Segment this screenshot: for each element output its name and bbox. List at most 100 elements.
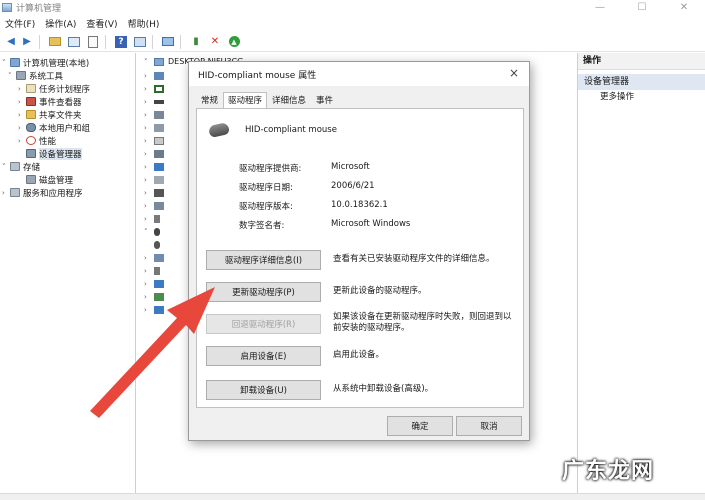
menu-help[interactable]: 帮助(H) xyxy=(123,17,165,30)
expand-arrow-icon[interactable]: ˅ xyxy=(2,59,10,67)
expand-arrow-icon[interactable]: ˅ xyxy=(8,72,16,80)
collapsed-arrow-icon[interactable]: › xyxy=(144,202,154,210)
collapsed-arrow-icon[interactable]: › xyxy=(144,98,154,106)
expand-arrow-icon[interactable]: ˅ xyxy=(2,163,10,171)
tree-item-event-viewer[interactable]: › 事件查看器 xyxy=(18,95,82,108)
close-window-button[interactable]: ✕ xyxy=(663,0,705,15)
disk-icon xyxy=(26,175,36,184)
uninstall-icon[interactable]: ✕ xyxy=(207,34,223,50)
toolbar-separator xyxy=(105,34,106,49)
collapsed-arrow-icon[interactable]: › xyxy=(144,293,154,301)
device-icon xyxy=(154,149,164,158)
device-icon xyxy=(154,162,164,171)
collapsed-arrow-icon[interactable]: › xyxy=(18,111,26,119)
minimize-button[interactable]: — xyxy=(579,0,621,15)
collapsed-arrow-icon[interactable]: › xyxy=(144,267,154,275)
actions-section-device-manager[interactable]: 设备管理器 xyxy=(578,74,705,90)
add-driver-icon[interactable]: ▮ xyxy=(188,34,204,50)
back-icon[interactable]: ◀ xyxy=(3,34,19,50)
tab-events[interactable]: 事件 xyxy=(311,92,338,109)
expand-arrow-icon[interactable]: ˅ xyxy=(144,58,154,66)
tree-item-disk-management[interactable]: 磁盘管理 xyxy=(18,173,73,186)
dialog-close-icon[interactable]: × xyxy=(509,66,519,80)
enable-device-icon[interactable]: ▲ xyxy=(226,34,242,50)
device-category[interactable]: › xyxy=(144,199,164,212)
tree-item-services-apps[interactable]: › 服务和应用程序 xyxy=(2,186,83,199)
tree-item-task-scheduler[interactable]: › 任务计划程序 xyxy=(18,82,90,95)
collapsed-arrow-icon[interactable]: › xyxy=(144,72,154,80)
maximize-button[interactable]: ☐ xyxy=(621,0,663,15)
device-category[interactable]: › xyxy=(144,69,164,82)
device-item[interactable] xyxy=(154,238,160,251)
properties-icon[interactable] xyxy=(85,34,101,50)
enable-device-button[interactable]: 启用设备(E) xyxy=(206,346,321,366)
show-hide-tree-icon[interactable] xyxy=(66,34,82,50)
device-category[interactable]: › xyxy=(144,147,164,160)
device-category[interactable]: › xyxy=(144,134,164,147)
device-category[interactable]: › xyxy=(144,303,164,316)
collapsed-arrow-icon[interactable]: › xyxy=(144,189,154,197)
menu-action[interactable]: 操作(A) xyxy=(40,17,81,30)
tab-driver[interactable]: 驱动程序 xyxy=(223,92,268,109)
collapsed-arrow-icon[interactable]: › xyxy=(2,189,10,197)
collapsed-arrow-icon[interactable]: › xyxy=(18,137,26,145)
collapsed-arrow-icon[interactable]: › xyxy=(18,85,26,93)
device-category[interactable]: › xyxy=(144,108,164,121)
update-driver-desc: 更新此设备的驱动程序。 xyxy=(333,286,427,296)
tab-general[interactable]: 常规 xyxy=(196,92,223,109)
collapsed-arrow-icon[interactable]: › xyxy=(144,85,154,93)
cancel-button[interactable]: 取消 xyxy=(456,416,522,436)
view-icon[interactable] xyxy=(132,34,148,50)
collapsed-arrow-icon[interactable]: › xyxy=(144,306,154,314)
collapsed-arrow-icon[interactable]: › xyxy=(144,137,154,145)
monitor-icon[interactable] xyxy=(160,34,176,50)
dialog-title-bar: HID-compliant mouse 属性 × xyxy=(189,62,529,86)
tree-item-local-users[interactable]: › 本地用户和组 xyxy=(18,121,90,134)
menu-file[interactable]: 文件(F) xyxy=(0,17,40,30)
tree-item-device-manager[interactable]: 设备管理器 xyxy=(18,147,82,160)
device-category[interactable]: › xyxy=(144,121,164,134)
device-icon xyxy=(154,84,164,93)
device-category[interactable]: › xyxy=(144,212,160,225)
menu-view[interactable]: 查看(V) xyxy=(81,17,122,30)
ok-button[interactable]: 确定 xyxy=(387,416,453,436)
collapsed-arrow-icon[interactable]: › xyxy=(144,163,154,171)
collapsed-arrow-icon[interactable]: › xyxy=(18,124,26,132)
tree-root[interactable]: ˅ 计算机管理(本地) xyxy=(2,56,89,69)
collapsed-arrow-icon[interactable]: › xyxy=(144,280,154,288)
computer-icon xyxy=(10,58,20,67)
device-category[interactable]: › xyxy=(144,186,164,199)
forward-icon[interactable]: ▶ xyxy=(19,34,35,50)
device-category[interactable]: › xyxy=(144,277,164,290)
device-category[interactable]: › xyxy=(144,82,164,95)
device-category[interactable]: › xyxy=(144,160,164,173)
device-category[interactable]: › xyxy=(144,95,164,108)
device-category[interactable]: › xyxy=(144,173,164,186)
rollback-driver-desc: 如果该设备在更新驱动程序时失败，则回退到以前安装的驱动程序。 xyxy=(333,312,512,333)
collapsed-arrow-icon[interactable]: › xyxy=(144,111,154,119)
device-category[interactable]: › xyxy=(144,290,164,303)
tab-details[interactable]: 详细信息 xyxy=(267,92,311,109)
driver-details-button[interactable]: 驱动程序详细信息(I) xyxy=(206,250,321,270)
help-icon[interactable]: ? xyxy=(113,34,129,50)
device-category-mice[interactable]: ˅ xyxy=(144,225,160,238)
storage-icon xyxy=(10,162,20,171)
tree-item-system-tools[interactable]: ˅ 系统工具 xyxy=(8,69,63,82)
tree-item-performance[interactable]: › 性能 xyxy=(18,134,56,147)
rollback-driver-button[interactable]: 回退驱动程序(R) xyxy=(206,314,321,334)
update-driver-button[interactable]: 更新驱动程序(P) xyxy=(206,282,321,302)
uninstall-device-button[interactable]: 卸载设备(U) xyxy=(206,380,321,400)
tree-item-shared-folders[interactable]: › 共享文件夹 xyxy=(18,108,82,121)
collapsed-arrow-icon[interactable]: › xyxy=(144,124,154,132)
collapsed-arrow-icon[interactable]: › xyxy=(144,215,154,223)
collapsed-arrow-icon[interactable]: › xyxy=(144,150,154,158)
device-category[interactable]: › xyxy=(144,264,160,277)
expand-arrow-icon[interactable]: ˅ xyxy=(144,228,154,236)
collapsed-arrow-icon[interactable]: › xyxy=(18,98,26,106)
more-actions-link[interactable]: 更多操作 xyxy=(578,90,705,105)
device-category[interactable]: › xyxy=(144,251,164,264)
collapsed-arrow-icon[interactable]: › xyxy=(144,176,154,184)
collapsed-arrow-icon[interactable]: › xyxy=(144,254,154,262)
tree-item-storage[interactable]: ˅ 存储 xyxy=(2,160,40,173)
up-folder-icon[interactable] xyxy=(47,34,63,50)
